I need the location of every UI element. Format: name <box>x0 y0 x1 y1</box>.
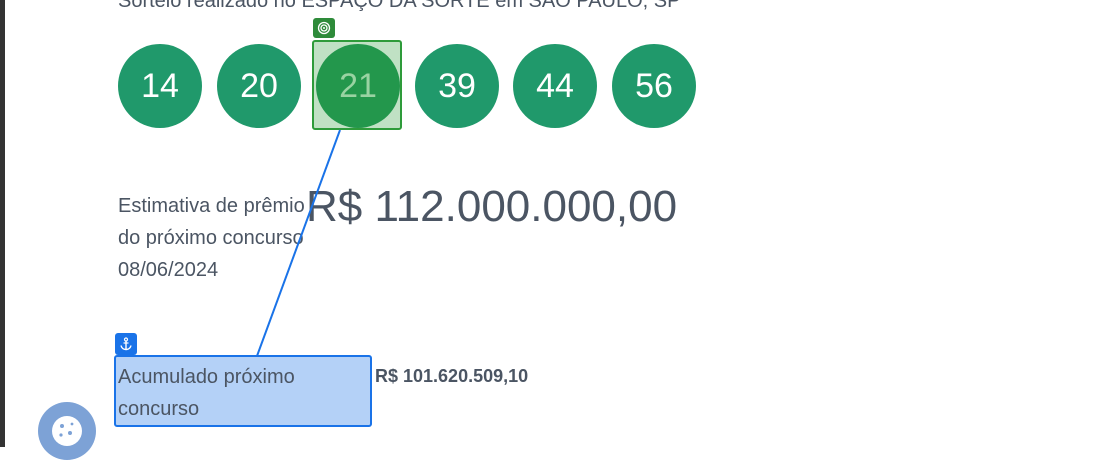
drawn-number: 14 <box>141 66 179 105</box>
accumulated-next-draw-value: R$ 101.620.509,10 <box>375 366 529 386</box>
drawn-number-ball: 56 <box>612 44 696 128</box>
drawn-number: 44 <box>536 66 574 105</box>
drawn-number: 20 <box>240 66 278 105</box>
accumulated-next-draw-label[interactable]: Acumulado próximo concurso <box>118 361 358 425</box>
drawn-number: 39 <box>438 66 476 105</box>
target-highlight-box <box>312 40 402 130</box>
next-prize-estimate-value: R$ 112.000.000,00 <box>306 182 678 231</box>
drawn-number: 56 <box>635 66 673 105</box>
drawn-number-ball: 20 <box>217 44 301 128</box>
target-icon <box>313 18 335 38</box>
cookie-settings-button[interactable] <box>38 402 96 460</box>
drawn-number-ball: 14 <box>118 44 202 128</box>
page-left-border <box>0 0 5 447</box>
anchor-icon <box>115 333 137 355</box>
next-prize-estimate-label: Estimativa de prêmio do próximo concurso… <box>118 195 305 281</box>
cookie-icon <box>52 416 82 446</box>
drawn-number-ball: 44 <box>513 44 597 128</box>
draw-location-text: Sorteio realizado no ESPAÇO DA SORTE em … <box>118 0 681 12</box>
drawn-number-ball: 39 <box>415 44 499 128</box>
